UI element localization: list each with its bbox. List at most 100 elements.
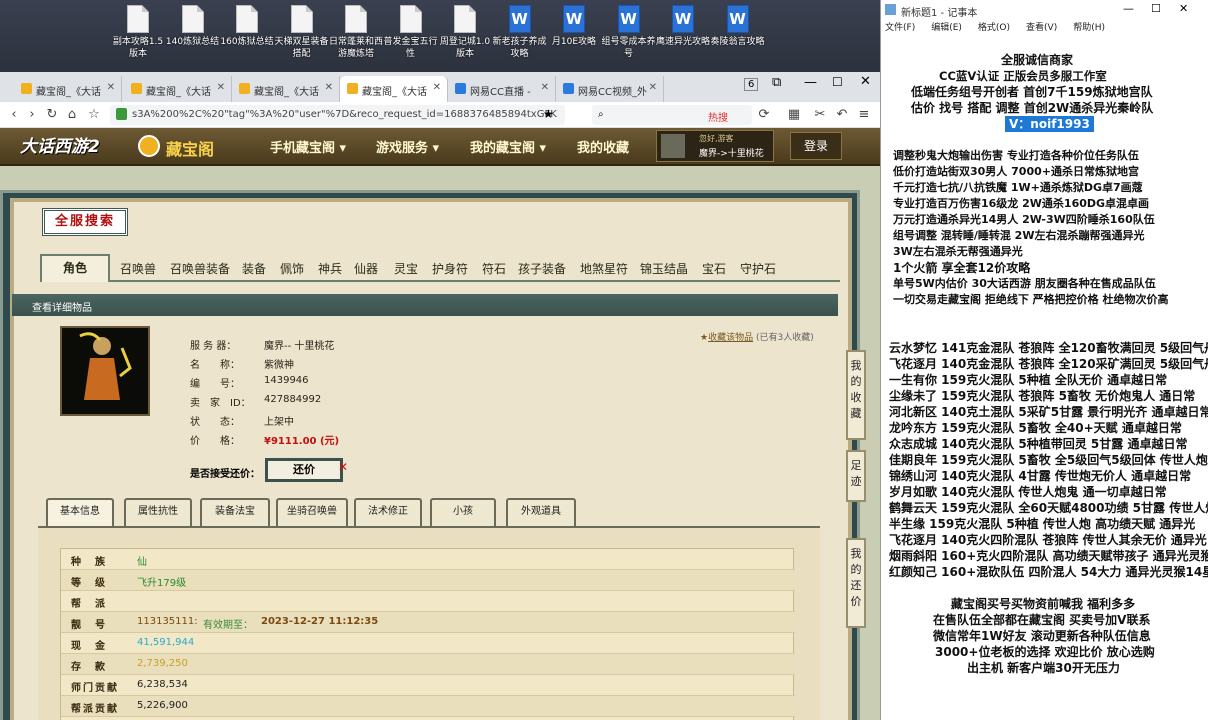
desktop-icon[interactable]: 周登记城1.0版本 [437, 5, 493, 71]
undo-icon[interactable]: ↶ [834, 107, 850, 122]
maximize-icon[interactable]: ☐ [1151, 2, 1161, 15]
info-tab[interactable]: 法术修正 [354, 498, 422, 526]
info-value: 飞升179级 [137, 578, 187, 589]
game-logo[interactable]: 大话西游2 [20, 132, 100, 157]
forward-icon[interactable]: › [24, 107, 40, 122]
desktop-icon[interactable]: W 奏陵翁言攻略 [710, 5, 766, 71]
desktop-icon-label: 组号零成本养号 [601, 37, 656, 59]
category-tab[interactable]: 护身符 [432, 260, 468, 277]
tab-close-icon[interactable]: ✕ [325, 82, 333, 93]
counter-offer-button[interactable]: 还价 [265, 458, 343, 482]
minimize-icon[interactable]: — [1123, 2, 1134, 15]
notepad-line: 飞花逐月 140克火四阶混队 苍狼阵 传世人其余无价 通异光 [889, 533, 1207, 547]
notepad-line: 千元打造七抗/八抗铁魔 1W+通杀炼狱DG卓7画蔻 [893, 181, 1143, 194]
scissors-icon[interactable]: ✂ [812, 107, 828, 122]
field-value: 427884992 [264, 394, 322, 405]
browser-tab[interactable]: 网易CC视频_外 ✕ [556, 76, 664, 102]
desktop-icon-label: 160炼狱总结 [220, 37, 274, 47]
info-row: 师门贡献 6,238,534 [61, 675, 795, 696]
reload-icon[interactable]: ↻ [44, 107, 60, 122]
grid-icon[interactable]: ▦ [786, 107, 802, 122]
tab-close-icon[interactable]: ✕ [433, 82, 441, 93]
browser-tab[interactable]: 藏宝阁_《大话 ✕ [340, 76, 448, 102]
desktop-icon[interactable]: 普发金宝五行性 [383, 5, 439, 71]
info-tab[interactable]: 基本信息 [46, 498, 114, 526]
all-server-search-button[interactable]: 全服搜索 [42, 208, 128, 236]
nav-my-favorites[interactable]: 我的收藏 [577, 137, 629, 156]
tab-close-icon[interactable]: ✕ [217, 82, 225, 93]
browser-tab[interactable]: 藏宝阁_《大话 ✕ [232, 76, 340, 102]
search-input[interactable]: ⌕ 热搜 [592, 105, 752, 125]
desktop-icon[interactable]: W 月10E攻略 [546, 5, 602, 71]
category-tab[interactable]: 装备 [242, 260, 266, 277]
notepad-menu-item[interactable]: 帮助(H) [1073, 23, 1105, 33]
category-tab[interactable]: 角色 [40, 254, 110, 282]
category-tab[interactable]: 孩子装备 [518, 260, 566, 277]
notepad-line: 岁月如歌 140克火混队 传世人炮鬼 通一切卓越日常 [889, 485, 1167, 499]
notepad-line: 低价打造站街双30男人 7000+通杀日常炼狱地宫 [893, 165, 1139, 178]
desktop-icon[interactable]: 160炼狱总结 [219, 5, 275, 71]
category-tab[interactable]: 佩饰 [280, 260, 304, 277]
close-icon[interactable]: ✕ [338, 460, 348, 474]
desktop-icon[interactable]: 天梯双星装备搭配 [274, 5, 330, 71]
notepad-menu-item[interactable]: 查看(V) [1026, 23, 1057, 33]
category-tab[interactable]: 符石 [482, 260, 506, 277]
category-tab[interactable]: 灵宝 [394, 260, 418, 277]
url-input[interactable]: s3A%200%2C%20"tag"%3A%20"user"%7D&reco_r… [110, 105, 565, 125]
desktop-icon[interactable]: W 新老孩子养成攻略 [492, 5, 548, 71]
nav-mobile[interactable]: 手机藏宝阁 ▾ [270, 137, 346, 156]
tab-close-icon[interactable]: ✕ [541, 82, 549, 93]
side-footprint[interactable]: 足迹 [846, 450, 866, 502]
category-tab[interactable]: 地煞星符 [580, 260, 628, 277]
maximize-icon[interactable]: ☐ [832, 75, 843, 89]
desktop-icon[interactable]: 140炼狱总结 [165, 5, 221, 71]
category-tab[interactable]: 仙器 [354, 260, 378, 277]
home-icon[interactable]: ⌂ [64, 107, 80, 122]
category-tab[interactable]: 召唤兽装备 [170, 260, 230, 277]
desktop-icon[interactable]: W 组号零成本养号 [601, 5, 657, 71]
site-logo[interactable]: 藏宝阁 [166, 136, 214, 160]
side-my-counter[interactable]: 我的还价 [846, 538, 866, 628]
category-tab[interactable]: 守护石 [740, 260, 776, 277]
refresh-icon[interactable]: ⟳ [756, 107, 772, 122]
browser-tab[interactable]: 藏宝阁_《大话 ✕ [14, 76, 122, 102]
category-tab[interactable]: 神兵 [318, 260, 342, 277]
star-icon[interactable]: ★ [543, 107, 554, 121]
login-button[interactable]: 登录 [790, 132, 842, 160]
file-icon [454, 5, 476, 33]
minimize-icon[interactable]: — [804, 75, 817, 90]
notepad-line: 微信常年1W好友 滚动更新各种队伍信息 [933, 629, 1151, 643]
tab-count[interactable]: 6 [744, 78, 759, 91]
notepad-menu-item[interactable]: 文件(F) [885, 23, 915, 33]
side-my-favorites[interactable]: 我的收藏 [846, 350, 866, 440]
notepad-menu-item[interactable]: 编辑(E) [931, 23, 962, 33]
browser-tab[interactable]: 藏宝阁_《大话 ✕ [124, 76, 232, 102]
bookmark-icon[interactable]: ☆ [86, 107, 102, 122]
nav-game-service[interactable]: 游戏服务 ▾ [376, 137, 439, 156]
web-page: 大话西游2 藏宝阁 手机藏宝阁 ▾ 游戏服务 ▾ 我的藏宝阁 ▾ 我的收藏 忽好… [0, 128, 880, 720]
tab-close-icon[interactable]: ✕ [649, 82, 657, 93]
desktop-icon[interactable]: W 鹰速异光攻略 [655, 5, 711, 71]
info-tab[interactable]: 小孩 [430, 498, 496, 526]
notepad-line: 组号调整 混转睡/睡转混 2W左右混杀蹦帮强通异光 [893, 229, 1145, 242]
restore-icon[interactable]: ⧉ [772, 75, 781, 90]
tab-close-icon[interactable]: ✕ [107, 82, 115, 93]
close-icon[interactable]: ✕ [860, 74, 871, 89]
notepad-menu-item[interactable]: 格式(O) [978, 23, 1010, 33]
back-icon[interactable]: ‹ [6, 107, 22, 122]
info-tab[interactable]: 坐骑召唤兽 [276, 498, 348, 526]
nav-my-cbg[interactable]: 我的藏宝阁 ▾ [470, 137, 546, 156]
desktop-icon[interactable]: 副本攻略1.5版本 [110, 5, 166, 71]
desktop-icon[interactable]: 日常蓬莱和西游魔炼塔 [328, 5, 384, 71]
item-field: 价 格： ¥9111.00 (元) [190, 432, 339, 447]
info-tab[interactable]: 属性抗性 [124, 498, 192, 526]
category-tab[interactable]: 召唤兽 [120, 260, 156, 277]
browser-tab[interactable]: 网易CC直播 - ✕ [448, 76, 556, 102]
favorite-link[interactable]: ★收藏该物品 (已有3人收藏) [700, 330, 814, 343]
category-tab[interactable]: 宝石 [702, 260, 726, 277]
menu-icon[interactable]: ≡ [856, 107, 872, 122]
category-tab[interactable]: 锦玉结晶 [640, 260, 688, 277]
info-tab[interactable]: 外观道具 [506, 498, 576, 526]
info-tab[interactable]: 装备法宝 [200, 498, 270, 526]
close-icon[interactable]: ✕ [1179, 2, 1188, 15]
